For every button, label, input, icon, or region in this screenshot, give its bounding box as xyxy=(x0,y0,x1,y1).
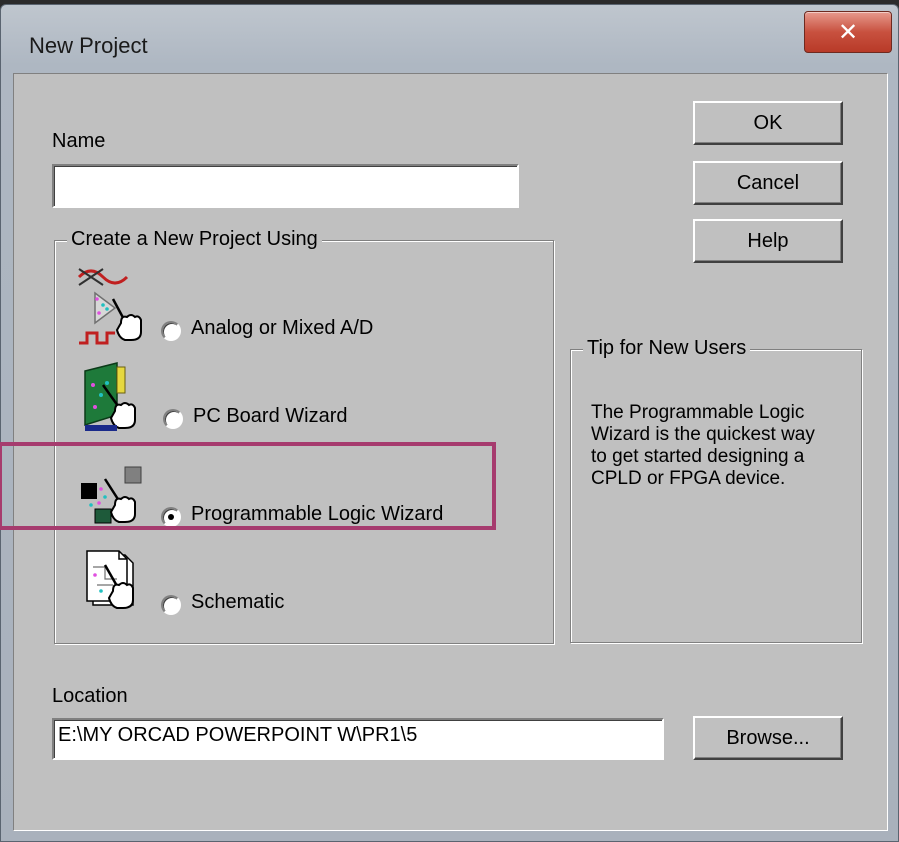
dialog-title: New Project xyxy=(29,33,148,58)
close-button[interactable]: ✕ xyxy=(804,11,892,53)
radio-schematic[interactable] xyxy=(161,595,181,615)
dialog-client-area: Name OK Cancel Help Create a New Project… xyxy=(13,73,888,831)
tip-line: CPLD or FPGA device. xyxy=(591,468,786,489)
option-analog-mixed[interactable]: Analog or Mixed A/D xyxy=(55,263,515,353)
tip-group: Tip for New Users The Programmable Logic… xyxy=(570,337,862,643)
option-schematic[interactable]: Schematic xyxy=(55,535,515,625)
option-analog-mixed-label: Analog or Mixed A/D xyxy=(191,317,374,339)
analog-mixed-icon xyxy=(77,268,142,345)
tip-text: The Programmable Logic Wizard is the qui… xyxy=(591,402,851,490)
project-type-group-title: Create a New Project Using xyxy=(67,228,322,251)
pc-board-icon xyxy=(84,362,136,431)
project-type-group: Create a New Project Using Analog or Mix… xyxy=(54,228,554,644)
schematic-icon xyxy=(86,550,134,609)
option-schematic-label: Schematic xyxy=(191,591,285,613)
title-bar[interactable]: New Project ✕ xyxy=(1,5,898,71)
ok-button[interactable]: OK xyxy=(693,101,843,145)
option-programmable-logic-label: Programmable Logic Wizard xyxy=(191,503,444,525)
radio-analog-mixed[interactable] xyxy=(161,321,181,341)
tip-line: to get started designing a xyxy=(591,446,805,467)
help-button[interactable]: Help xyxy=(693,219,843,263)
radio-programmable-logic[interactable] xyxy=(161,507,181,527)
browse-button[interactable]: Browse... xyxy=(693,716,843,760)
location-input[interactable]: E:\MY ORCAD POWERPOINT W\PR1\5 xyxy=(52,718,664,760)
programmable-logic-icon xyxy=(81,466,142,524)
option-pc-board-label: PC Board Wizard xyxy=(193,405,348,427)
tip-line: Wizard is the quickest way xyxy=(591,424,815,445)
option-programmable-logic[interactable]: Programmable Logic Wizard xyxy=(55,445,515,535)
option-pc-board[interactable]: PC Board Wizard xyxy=(55,355,515,445)
tip-line: The Programmable Logic xyxy=(591,402,805,423)
new-project-dialog: New Project ✕ Name OK Cancel Help Create… xyxy=(0,4,899,842)
location-label: Location xyxy=(52,685,128,707)
radio-pc-board[interactable] xyxy=(163,409,183,429)
close-icon: ✕ xyxy=(837,18,859,46)
name-label: Name xyxy=(52,130,106,152)
tip-group-title: Tip for New Users xyxy=(583,337,751,360)
cancel-button[interactable]: Cancel xyxy=(693,161,843,205)
name-input[interactable] xyxy=(52,164,519,208)
